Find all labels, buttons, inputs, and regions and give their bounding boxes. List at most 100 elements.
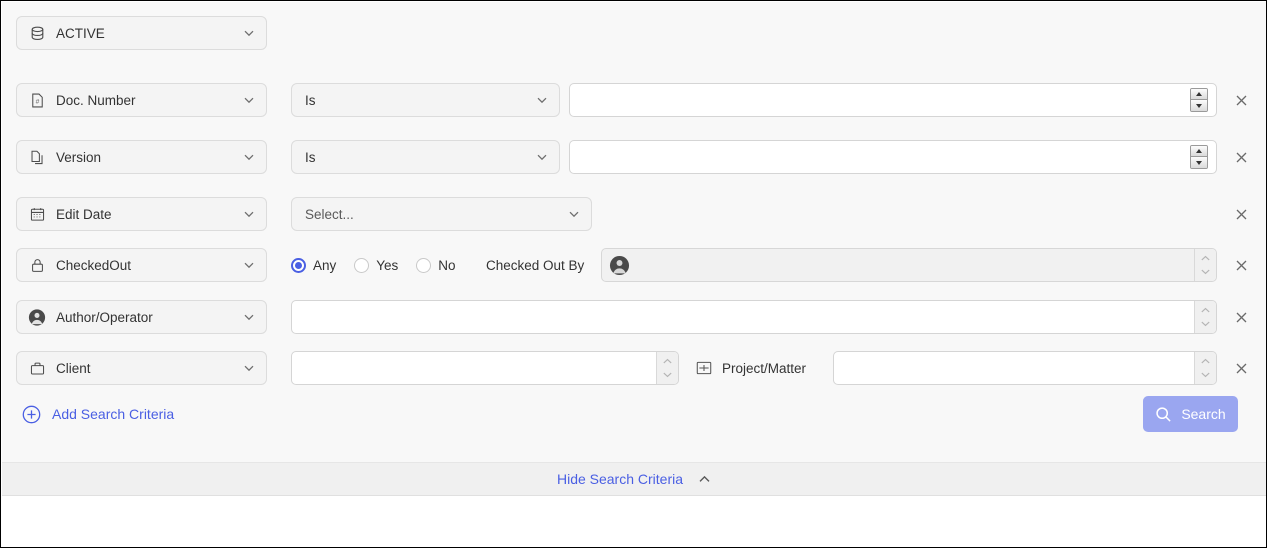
value-input-project-matter-wrap	[833, 351, 1217, 385]
operator-selector-edit-date[interactable]: Select...	[291, 197, 592, 231]
library-selector[interactable]: ACTIVE	[16, 16, 267, 50]
remove-criteria-author-operator[interactable]	[1231, 307, 1251, 327]
add-search-criteria-label: Add Search Criteria	[52, 406, 174, 422]
operator-selector-doc-number[interactable]: Is	[291, 83, 560, 117]
radio-no[interactable]: No	[416, 258, 455, 273]
hide-search-criteria-label: Hide Search Criteria	[557, 471, 683, 487]
radio-label-any: Any	[313, 258, 336, 273]
stepper-down[interactable]	[1191, 157, 1207, 168]
chevron-down-icon	[242, 207, 256, 221]
stepper-doc-number[interactable]	[1190, 88, 1208, 112]
field-selector-doc-number[interactable]: # Doc. Number	[16, 83, 267, 117]
database-icon	[28, 24, 46, 42]
radio-dot-any	[291, 258, 306, 273]
field-label: Doc. Number	[56, 93, 242, 108]
stepper-author-operator[interactable]	[1194, 301, 1216, 333]
criteria-row-client: Client Project/Mat	[2, 348, 1267, 388]
stepper-version[interactable]	[1190, 145, 1208, 169]
remove-criteria-client[interactable]	[1231, 358, 1251, 378]
field-selector-version[interactable]: Version	[16, 140, 267, 174]
field-label: Client	[56, 361, 242, 376]
value-input-client-wrap	[291, 351, 679, 385]
checkedout-radio-group: Any Yes No	[291, 248, 474, 282]
radio-dot-yes	[354, 258, 369, 273]
operator-selector-version[interactable]: Is	[291, 140, 560, 174]
lock-icon	[28, 256, 46, 274]
chevron-down-icon	[567, 207, 581, 221]
calendar-icon	[28, 205, 46, 223]
radio-dot-no	[416, 258, 431, 273]
version-copy-icon	[28, 148, 46, 166]
document-number-icon: #	[28, 91, 46, 109]
chevron-up-icon	[697, 472, 712, 487]
stepper-up[interactable]	[1191, 146, 1207, 157]
results-area	[2, 497, 1267, 548]
search-criteria-panel: ACTIVE # Doc. Number	[2, 2, 1267, 462]
operator-label: Is	[305, 150, 535, 165]
value-input-client[interactable]	[292, 352, 656, 384]
operator-label: Select...	[305, 207, 567, 222]
remove-criteria-version[interactable]	[1231, 147, 1251, 167]
checked-out-by-input[interactable]	[636, 249, 1194, 281]
search-button-label: Search	[1181, 406, 1225, 422]
field-selector-author-operator[interactable]: Author/Operator	[16, 300, 267, 334]
briefcase-icon	[28, 359, 46, 377]
chevron-down-icon	[242, 93, 256, 107]
chevron-down-icon	[535, 150, 549, 164]
value-input-author-operator[interactable]	[292, 301, 1194, 333]
value-input-doc-number-wrap	[569, 83, 1217, 117]
radio-yes[interactable]: Yes	[354, 258, 398, 273]
chevron-down-icon	[242, 150, 256, 164]
stepper-down[interactable]	[1191, 100, 1207, 111]
remove-criteria-doc-number[interactable]	[1231, 90, 1251, 110]
chevron-down-icon	[242, 310, 256, 324]
value-input-version[interactable]	[570, 141, 1216, 173]
criteria-row-doc-number: # Doc. Number Is	[2, 80, 1267, 120]
value-input-version-wrap	[569, 140, 1217, 174]
field-selector-checkedout[interactable]: CheckedOut	[16, 248, 267, 282]
stepper-checked-out-by[interactable]	[1194, 249, 1216, 281]
project-matter-label: Project/Matter	[722, 361, 806, 376]
operator-label: Is	[305, 93, 535, 108]
checked-out-by-field-wrap	[601, 248, 1217, 282]
stepper-client[interactable]	[656, 352, 678, 384]
search-magnifier-icon	[1155, 406, 1172, 423]
search-criteria-window: ACTIVE # Doc. Number	[0, 0, 1267, 548]
project-matter-icon	[694, 359, 713, 378]
field-selector-client[interactable]: Client	[16, 351, 267, 385]
value-input-author-operator-wrap	[291, 300, 1217, 334]
field-label: CheckedOut	[56, 258, 242, 273]
criteria-row-author-operator: Author/Operator	[2, 297, 1267, 337]
criteria-row-checkedout: CheckedOut Any Yes No Che	[2, 245, 1267, 285]
checked-out-by-label: Checked Out By	[486, 248, 584, 282]
svg-text:#: #	[35, 98, 39, 105]
radio-any[interactable]: Any	[291, 258, 336, 273]
radio-label-yes: Yes	[376, 258, 398, 273]
value-input-project-matter[interactable]	[834, 352, 1194, 384]
hide-search-criteria-bar[interactable]: Hide Search Criteria	[2, 462, 1267, 496]
project-matter-label-group: Project/Matter	[694, 351, 806, 385]
person-avatar-icon	[28, 308, 46, 326]
field-selector-edit-date[interactable]: Edit Date	[16, 197, 267, 231]
chevron-down-icon	[242, 361, 256, 375]
radio-label-no: No	[438, 258, 455, 273]
stepper-up[interactable]	[1191, 89, 1207, 100]
chevron-down-icon	[242, 258, 256, 272]
criteria-row-version: Version Is	[2, 137, 1267, 177]
field-label: Version	[56, 150, 242, 165]
person-avatar-icon	[602, 249, 636, 281]
search-button[interactable]: Search	[1143, 396, 1238, 432]
remove-criteria-edit-date[interactable]	[1231, 204, 1251, 224]
chevron-down-icon	[242, 26, 256, 40]
stepper-project-matter[interactable]	[1194, 352, 1216, 384]
plus-circle-icon	[22, 405, 41, 424]
criteria-row-library: ACTIVE	[2, 13, 1267, 53]
library-label: ACTIVE	[56, 26, 242, 41]
add-search-criteria-button[interactable]: Add Search Criteria	[22, 398, 174, 430]
field-label: Author/Operator	[56, 310, 242, 325]
criteria-row-edit-date: Edit Date Select...	[2, 194, 1267, 234]
remove-criteria-checkedout[interactable]	[1231, 255, 1251, 275]
value-input-doc-number[interactable]	[570, 84, 1216, 116]
chevron-down-icon	[535, 93, 549, 107]
field-label: Edit Date	[56, 207, 242, 222]
